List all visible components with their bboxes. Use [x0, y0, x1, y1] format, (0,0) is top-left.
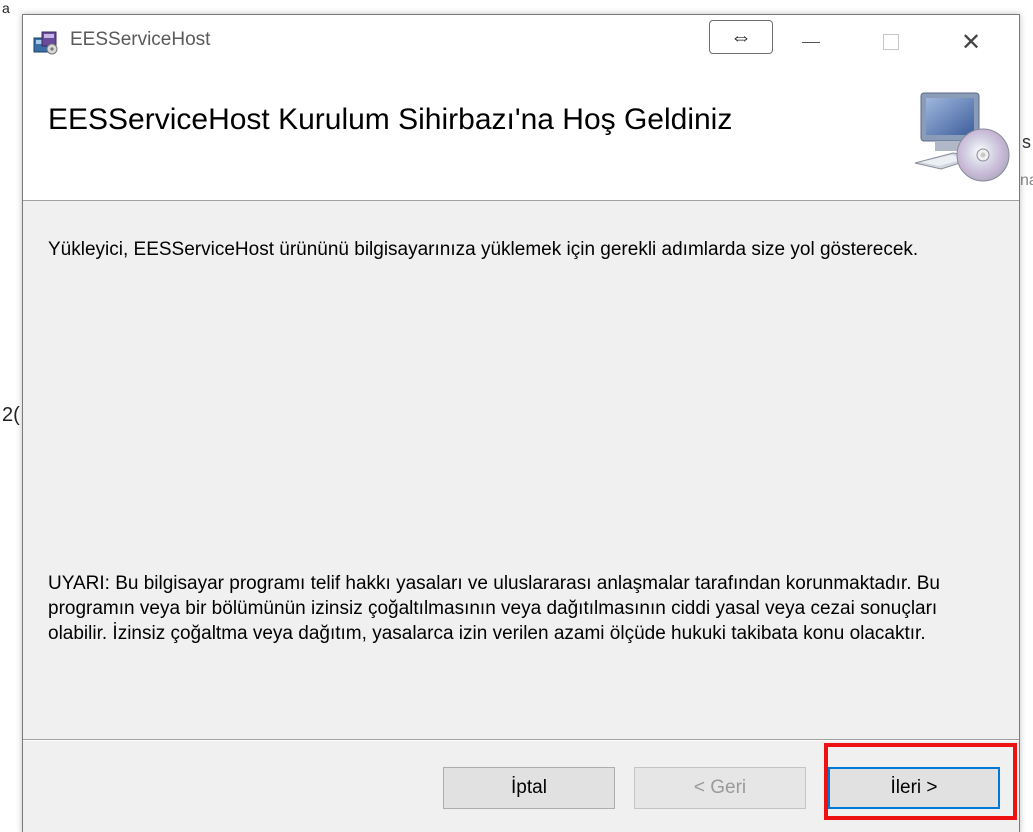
background-text-fragment: 2( — [2, 404, 20, 426]
background-text-fragment: na — [1020, 172, 1033, 189]
title-bar[interactable]: EESServiceHost ⇔ ✕ — [23, 15, 1019, 69]
computer-cd-icon — [914, 92, 1010, 182]
cancel-button[interactable]: İptal — [443, 767, 615, 809]
next-button-highlight — [824, 743, 1017, 820]
maximize-button[interactable] — [851, 15, 931, 69]
footer-divider — [23, 739, 1019, 741]
background-text-fragment: a — [2, 0, 10, 16]
intro-text: Yükleyici, EESServiceHost ürününü bilgis… — [48, 239, 919, 260]
installer-dialog: EESServiceHost ⇔ ✕ EESServiceHost Kurulu… — [22, 14, 1020, 832]
close-button[interactable]: ✕ — [931, 15, 1011, 69]
double-arrow-icon: ⇔ — [730, 24, 752, 49]
page-title: EESServiceHost Kurulum Sihirbazı'na Hoş … — [48, 103, 733, 136]
back-button[interactable]: < Geri — [634, 767, 806, 809]
minimize-icon — [802, 41, 820, 43]
minimize-button[interactable] — [771, 15, 851, 69]
window-title: EESServiceHost — [70, 29, 211, 50]
resize-toggle-button[interactable]: ⇔ — [709, 20, 773, 54]
installer-app-icon — [33, 31, 58, 55]
close-icon: ✕ — [960, 28, 982, 56]
copyright-warning-text: UYARI: Bu bilgisayar programı telif hakk… — [48, 573, 940, 644]
wizard-header: EESServiceHost Kurulum Sihirbazı'na Hoş … — [23, 69, 1019, 201]
background-text-fragment: s — [1022, 132, 1031, 152]
maximize-icon — [883, 34, 899, 50]
